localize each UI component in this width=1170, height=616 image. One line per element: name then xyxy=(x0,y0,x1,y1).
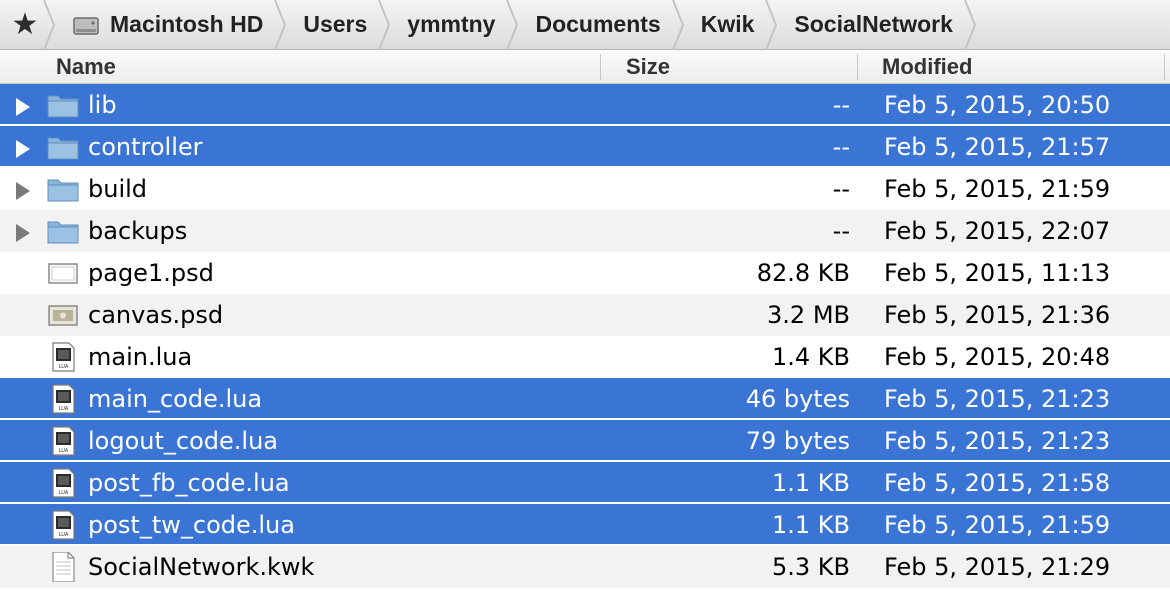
breadcrumb: Macintosh HD Users ymmtny Documents Kwik Soci… xyxy=(50,0,976,50)
file-row[interactable]: backups -- Feb 5, 2015, 22:07 xyxy=(0,210,1170,252)
folder-icon xyxy=(46,90,80,120)
folder-icon xyxy=(46,174,80,204)
file-row[interactable]: LUA post_fb_code.lua 1.1 KB Feb 5, 2015, 21… xyxy=(0,462,1170,504)
svg-text:LUA: LUA xyxy=(59,364,69,370)
file-modified-date: Feb 5, 2015, 21:23 xyxy=(884,427,1111,455)
file-row[interactable]: controller -- Feb 5, 2015, 21:57 xyxy=(0,126,1170,168)
file-name: post_tw_code.lua xyxy=(88,511,295,539)
column-header-bar: Name Size Modified xyxy=(0,50,1170,84)
breadcrumb-item[interactable]: Documents xyxy=(513,0,684,50)
breadcrumb-item[interactable]: Kwik xyxy=(679,0,778,50)
svg-text:LUA: LUA xyxy=(59,532,69,538)
path-bar: ★ Macintosh HD Users ymmtny Documents Kwik So… xyxy=(0,0,1170,50)
file-row[interactable]: SocialNetwork.kwk 5.3 KB Feb 5, 2015, 21:2… xyxy=(0,546,1170,588)
breadcrumb-label: SocialNetwork xyxy=(794,11,953,37)
svg-text:LUA: LUA xyxy=(59,406,69,412)
file-row[interactable]: canvas.psd 3.2 MB Feb 5, 2015, 21:36 xyxy=(0,294,1170,336)
disclosure-triangle-icon[interactable] xyxy=(14,179,32,200)
file-modified-date: Feb 5, 2015, 21:23 xyxy=(884,385,1111,413)
disclosure-triangle-icon[interactable] xyxy=(14,95,32,116)
lua-file-icon: LUA xyxy=(46,468,80,498)
document-icon xyxy=(46,551,80,583)
disclosure-triangle-icon[interactable] xyxy=(14,221,32,242)
file-modified-date: Feb 5, 2015, 20:50 xyxy=(884,91,1111,119)
breadcrumb-label: Users xyxy=(303,11,368,37)
file-modified-date: Feb 5, 2015, 21:57 xyxy=(884,133,1111,161)
lua-file-icon: LUA xyxy=(46,426,80,456)
file-size: -- xyxy=(832,91,850,119)
file-name: SocialNetwork.kwk xyxy=(88,553,315,581)
file-modified-date: Feb 5, 2015, 11:13 xyxy=(884,259,1111,287)
file-name: main.lua xyxy=(88,343,193,371)
file-size: -- xyxy=(832,175,850,203)
file-modified-date: Feb 5, 2015, 20:48 xyxy=(884,343,1111,371)
breadcrumb-label: Documents xyxy=(535,11,661,37)
file-name: canvas.psd xyxy=(88,301,224,329)
file-size: 1.1 KB xyxy=(772,511,850,539)
column-header-size[interactable]: Size xyxy=(626,50,670,84)
file-row[interactable]: build -- Feb 5, 2015, 21:59 xyxy=(0,168,1170,210)
breadcrumb-item[interactable]: Macintosh HD xyxy=(50,0,287,50)
file-modified-date: Feb 5, 2015, 22:07 xyxy=(884,217,1111,245)
file-size: 79 bytes xyxy=(745,427,850,455)
hard-drive-icon xyxy=(72,11,100,39)
lua-file-icon: LUA xyxy=(46,342,80,372)
breadcrumb-item[interactable]: ymmtny xyxy=(385,0,519,50)
folder-icon xyxy=(46,216,80,246)
psd-file-icon xyxy=(46,258,80,288)
column-header-name[interactable]: Name xyxy=(56,50,116,84)
file-row[interactable]: LUA main.lua 1.4 KB Feb 5, 2015, 20:48 xyxy=(0,336,1170,378)
breadcrumb-label: Kwik xyxy=(700,11,755,37)
breadcrumb-label: ymmtny xyxy=(407,11,496,37)
file-name: controller xyxy=(88,133,203,161)
folder-icon xyxy=(46,132,80,162)
breadcrumb-label: Macintosh HD xyxy=(110,11,264,37)
breadcrumb-item[interactable]: Users xyxy=(281,0,391,50)
star-icon[interactable]: ★ xyxy=(0,0,56,50)
file-size: 46 bytes xyxy=(745,385,850,413)
breadcrumb-item[interactable]: SocialNetwork xyxy=(772,0,976,50)
file-name: page1.psd xyxy=(88,259,214,287)
file-modified-date: Feb 5, 2015, 21:59 xyxy=(884,175,1111,203)
file-size: 3.2 MB xyxy=(767,301,850,329)
file-name: lib xyxy=(88,91,117,119)
lua-file-icon: LUA xyxy=(46,510,80,540)
column-header-modified[interactable]: Modified xyxy=(882,50,972,84)
file-list: lib -- Feb 5, 2015, 20:50 controller -- Feb 5… xyxy=(0,84,1170,588)
file-name: post_fb_code.lua xyxy=(88,469,290,497)
file-modified-date: Feb 5, 2015, 21:58 xyxy=(884,469,1111,497)
lua-file-icon: LUA xyxy=(46,384,80,414)
file-modified-date: Feb 5, 2015, 21:36 xyxy=(884,301,1111,329)
file-size: -- xyxy=(832,217,850,245)
file-size: 5.3 KB xyxy=(772,553,850,581)
file-size: -- xyxy=(832,133,850,161)
file-size: 1.4 KB xyxy=(772,343,850,371)
file-name: logout_code.lua xyxy=(88,427,278,455)
disclosure-triangle-icon[interactable] xyxy=(14,137,32,158)
file-size: 1.1 KB xyxy=(772,469,850,497)
file-row[interactable]: LUA logout_code.lua 79 bytes Feb 5, 2015, 2… xyxy=(0,420,1170,462)
file-name: backups xyxy=(88,217,188,245)
column-divider[interactable] xyxy=(600,54,601,80)
file-row[interactable]: LUA main_code.lua 46 bytes Feb 5, 2015, 21:… xyxy=(0,378,1170,420)
chevron-right-icon xyxy=(963,0,977,50)
psd-file-icon xyxy=(46,300,80,330)
file-row[interactable]: page1.psd 82.8 KB Feb 5, 2015, 11:13 xyxy=(0,252,1170,294)
file-modified-date: Feb 5, 2015, 21:59 xyxy=(884,511,1111,539)
file-name: main_code.lua xyxy=(88,385,263,413)
column-divider[interactable] xyxy=(857,54,858,80)
file-row[interactable]: lib -- Feb 5, 2015, 20:50 xyxy=(0,84,1170,126)
column-divider[interactable] xyxy=(1164,54,1165,80)
file-modified-date: Feb 5, 2015, 21:29 xyxy=(884,553,1111,581)
svg-text:LUA: LUA xyxy=(59,448,69,454)
file-row[interactable]: LUA post_tw_code.lua 1.1 KB Feb 5, 2015, 21… xyxy=(0,504,1170,546)
svg-text:LUA: LUA xyxy=(59,490,69,496)
file-size: 82.8 KB xyxy=(756,259,850,287)
file-name: build xyxy=(88,175,148,203)
